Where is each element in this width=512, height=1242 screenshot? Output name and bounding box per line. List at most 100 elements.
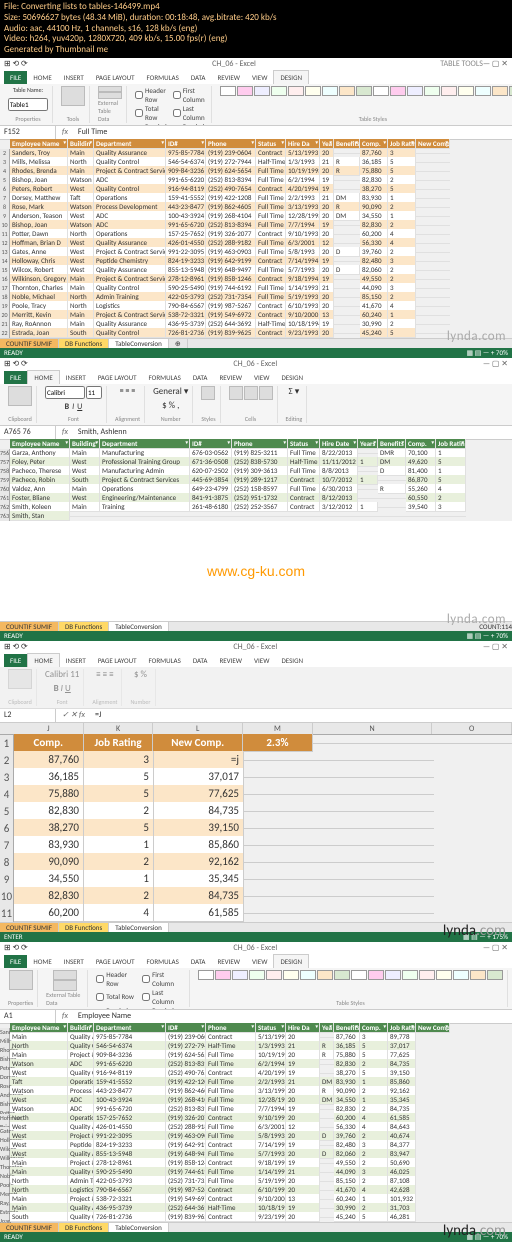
style-swatch[interactable] — [424, 86, 440, 96]
spreadsheet-grid[interactable]: JKLMNO1Comp.Job RatingNew Comp.2.3%287,7… — [0, 723, 512, 922]
cell[interactable]: Smith, Stan — [10, 511, 70, 521]
ribbon-tab-review[interactable]: REVIEW — [213, 654, 248, 667]
col-header[interactable]: Department — [100, 439, 190, 449]
col-header[interactable]: Phone — [206, 139, 256, 149]
window-buttons[interactable]: — ▢ ✕ — [483, 59, 508, 69]
cell[interactable] — [416, 225, 450, 226]
sheet-tab[interactable]: TableConversion — [109, 339, 169, 348]
cell[interactable]: D — [320, 1131, 334, 1141]
cell[interactable]: 35,345 — [154, 870, 244, 888]
ribbon-tab-view[interactable]: VIEW — [246, 955, 273, 968]
cell[interactable]: Contract — [288, 502, 320, 512]
quick-access[interactable]: ⊞ ⟲ ⟳ — [4, 359, 28, 369]
cell[interactable]: DM — [320, 1095, 334, 1105]
cell[interactable]: 45,240 — [360, 328, 388, 338]
cell[interactable] — [190, 516, 232, 517]
cell[interactable]: 38,270 — [14, 819, 84, 837]
formula-input[interactable]: Employee Name — [74, 1011, 512, 1021]
cell[interactable] — [334, 288, 360, 289]
cell[interactable] — [378, 507, 406, 508]
cell[interactable] — [314, 913, 434, 914]
cell[interactable]: 87,760 — [14, 751, 84, 769]
check-total-row[interactable]: Total Row — [135, 104, 167, 122]
cell[interactable] — [416, 153, 450, 154]
col-header[interactable]: Hire Da — [286, 139, 320, 149]
style-swatch[interactable] — [368, 970, 384, 980]
ribbon-tabs[interactable]: FILEHOMEINSERTPAGE LAYOUTFORMULASDATAREV… — [0, 653, 512, 667]
style-swatch[interactable] — [402, 970, 418, 980]
ribbon-tab-review[interactable]: REVIEW — [211, 955, 246, 968]
spreadsheet-grid[interactable]: Employee NameBuildinDepartmentID#PhoneSt… — [0, 140, 512, 338]
col-letter[interactable]: O — [432, 723, 512, 734]
col-header[interactable]: Comp. — [406, 439, 436, 449]
name-box[interactable]: A1 — [0, 1010, 56, 1023]
ribbon-tab-formulas[interactable]: FORMULAS — [143, 654, 187, 667]
col-header[interactable]: Job Ratin — [388, 139, 416, 149]
cell[interactable]: D — [320, 1149, 334, 1159]
cell[interactable]: 34,550 — [14, 870, 84, 888]
cell[interactable] — [416, 180, 450, 181]
col-header[interactable]: Benefits — [334, 1023, 360, 1033]
cell[interactable]: =j — [154, 751, 244, 769]
cell[interactable]: 37,017 — [154, 768, 244, 786]
cell[interactable]: R — [334, 166, 360, 176]
ribbon-tab-data[interactable]: DATA — [185, 955, 212, 968]
ribbon-tab-page layout[interactable]: PAGE LAYOUT — [90, 955, 141, 968]
ribbon-tab-insert[interactable]: INSERT — [58, 955, 90, 968]
style-swatch[interactable] — [232, 970, 248, 980]
table-styles[interactable] — [198, 970, 503, 980]
sheet-tab[interactable]: DB Functions — [59, 622, 109, 631]
cell[interactable] — [334, 189, 360, 190]
cell[interactable]: Contract — [256, 328, 286, 338]
style-swatch[interactable] — [475, 86, 491, 96]
col-header[interactable]: New Comp. — [153, 734, 243, 752]
cell[interactable] — [416, 198, 450, 199]
cell[interactable] — [320, 1118, 334, 1119]
ribbon-tab-home[interactable]: HOME — [27, 71, 57, 84]
col-letter[interactable]: K — [84, 723, 154, 734]
cell[interactable]: 39,150 — [154, 819, 244, 837]
style-swatch[interactable] — [198, 970, 214, 980]
cell[interactable]: 46,281 — [388, 1212, 416, 1222]
format-icon[interactable] — [259, 386, 273, 400]
ribbon-tab-home[interactable]: HOME — [27, 955, 57, 968]
cell[interactable]: 1 — [84, 836, 154, 854]
ribbon-tab-home[interactable]: HOME — [27, 653, 59, 667]
style-swatch[interactable] — [305, 86, 321, 96]
col-header[interactable]: ID# — [166, 1023, 206, 1033]
cell[interactable]: 2 — [84, 802, 154, 820]
cell[interactable] — [358, 489, 378, 490]
cell[interactable] — [320, 1064, 334, 1065]
cell[interactable] — [244, 862, 314, 863]
cell[interactable] — [416, 306, 450, 307]
cell[interactable]: 61,585 — [154, 904, 244, 922]
col-header[interactable]: Buildin — [68, 139, 94, 149]
cell[interactable] — [358, 471, 378, 472]
cell[interactable] — [320, 1127, 334, 1128]
cell[interactable]: 5 — [84, 768, 154, 786]
check-banded-rows[interactable]: Banded Rows — [96, 1006, 136, 1010]
cell[interactable] — [334, 306, 360, 307]
ribbon-tab-file[interactable]: FILE — [4, 654, 27, 667]
ribbon-tab-data[interactable]: DATA — [187, 654, 214, 667]
fx-icon[interactable]: fx — [56, 127, 74, 137]
style-swatch[interactable] — [487, 970, 503, 980]
cell[interactable]: D — [378, 466, 406, 476]
fx-icon[interactable]: fx — [56, 1011, 74, 1021]
ribbon-tab-insert[interactable]: INSERT — [60, 371, 92, 384]
cell[interactable]: 1 — [358, 502, 378, 512]
cell[interactable]: (252) 252-3567 — [232, 502, 288, 512]
cell[interactable]: DM — [334, 211, 360, 221]
ribbon-tab-insert[interactable]: INSERT — [58, 71, 90, 84]
sheet-tab[interactable]: DB Functions — [59, 339, 109, 348]
cell[interactable]: 261-48-6180 — [190, 502, 232, 512]
cell[interactable]: (919) 839-9625 — [166, 1212, 206, 1222]
check-first-column[interactable]: First Column — [142, 970, 185, 988]
cell[interactable] — [416, 216, 450, 217]
ribbon-tab-formulas[interactable]: FORMULAS — [141, 71, 185, 84]
style-swatch[interactable] — [373, 86, 389, 96]
cell[interactable] — [314, 811, 434, 812]
cell[interactable]: D — [334, 247, 360, 257]
col-header[interactable]: Employee Name — [10, 139, 68, 149]
cell[interactable]: 75,880 — [14, 785, 84, 803]
